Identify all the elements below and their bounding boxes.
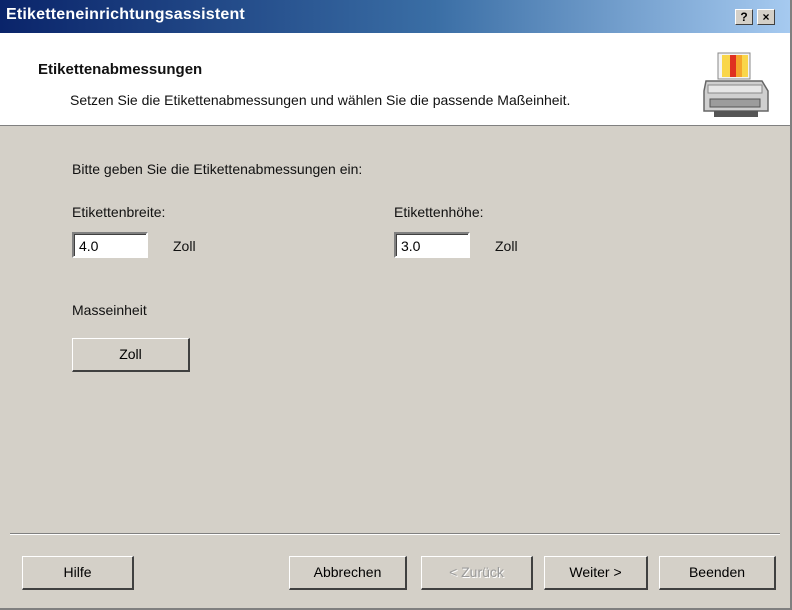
width-label: Etikettenbreite: — [72, 204, 166, 220]
back-button[interactable]: < Zurück — [421, 556, 533, 590]
height-unit: Zoll — [495, 238, 518, 254]
instruction-text: Bitte geben Sie die Etikettenabmessungen… — [72, 161, 363, 177]
height-input-frame — [394, 232, 470, 258]
unit-toggle-button[interactable]: Zoll — [72, 338, 190, 372]
wizard-window: Etiketteneinrichtungsassistent ? × Etike… — [0, 0, 792, 610]
wizard-header: Etikettenabmessungen Setzen Sie die Etik… — [0, 33, 790, 126]
height-label: Etikettenhöhe: — [394, 204, 484, 220]
width-unit: Zoll — [173, 238, 196, 254]
footer-divider — [10, 533, 780, 535]
help-title-button[interactable]: ? — [735, 9, 753, 25]
page-title: Etikettenabmessungen — [38, 61, 203, 78]
close-button[interactable]: × — [757, 9, 775, 25]
title-bar: Etiketteneinrichtungsassistent ? × — [0, 0, 790, 33]
next-button[interactable]: Weiter > — [544, 556, 648, 590]
help-button[interactable]: Hilfe — [22, 556, 134, 590]
cancel-button[interactable]: Abbrechen — [289, 556, 407, 590]
finish-button[interactable]: Beenden — [659, 556, 776, 590]
unit-label: Masseinheit — [72, 302, 147, 318]
width-input-frame — [72, 232, 148, 258]
height-input[interactable] — [396, 234, 468, 256]
window-title: Etiketteneinrichtungsassistent — [6, 6, 245, 23]
printer-icon — [703, 52, 769, 117]
page-subtitle: Setzen Sie die Etikettenabmessungen und … — [70, 92, 571, 108]
width-input[interactable] — [74, 234, 146, 256]
